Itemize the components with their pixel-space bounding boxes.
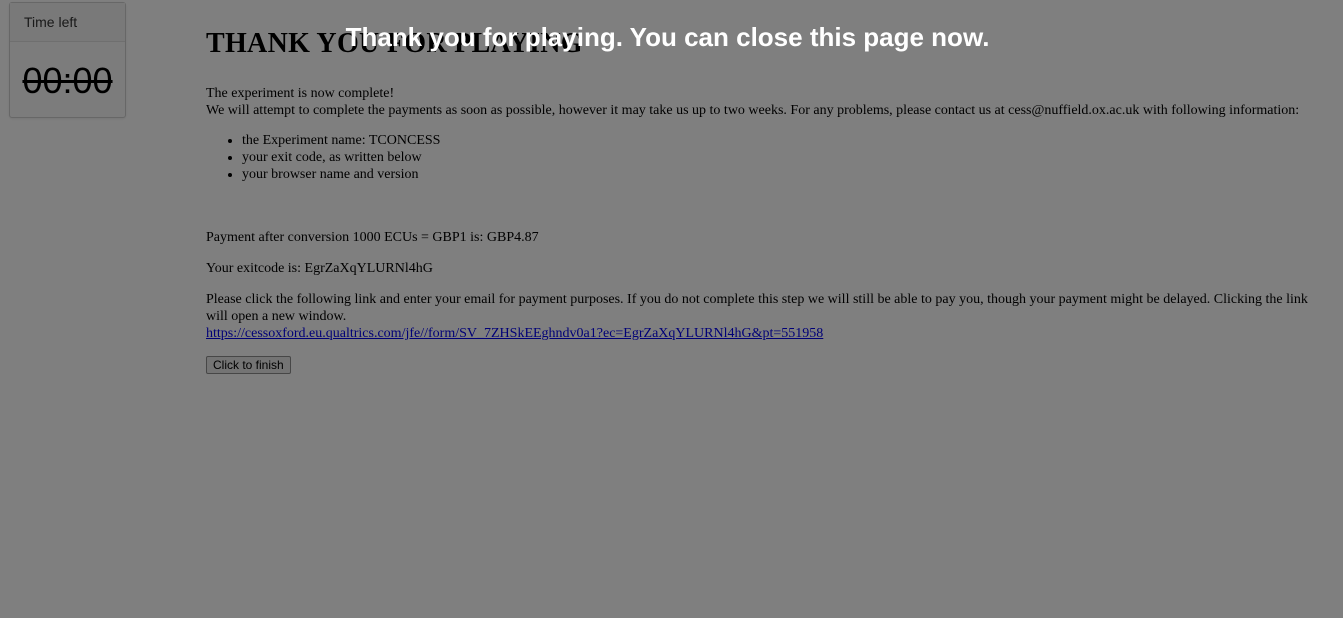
modal-overlay: Thank you for playing. You can close thi…	[0, 0, 1343, 618]
overlay-message: Thank you for playing. You can close thi…	[345, 22, 990, 52]
